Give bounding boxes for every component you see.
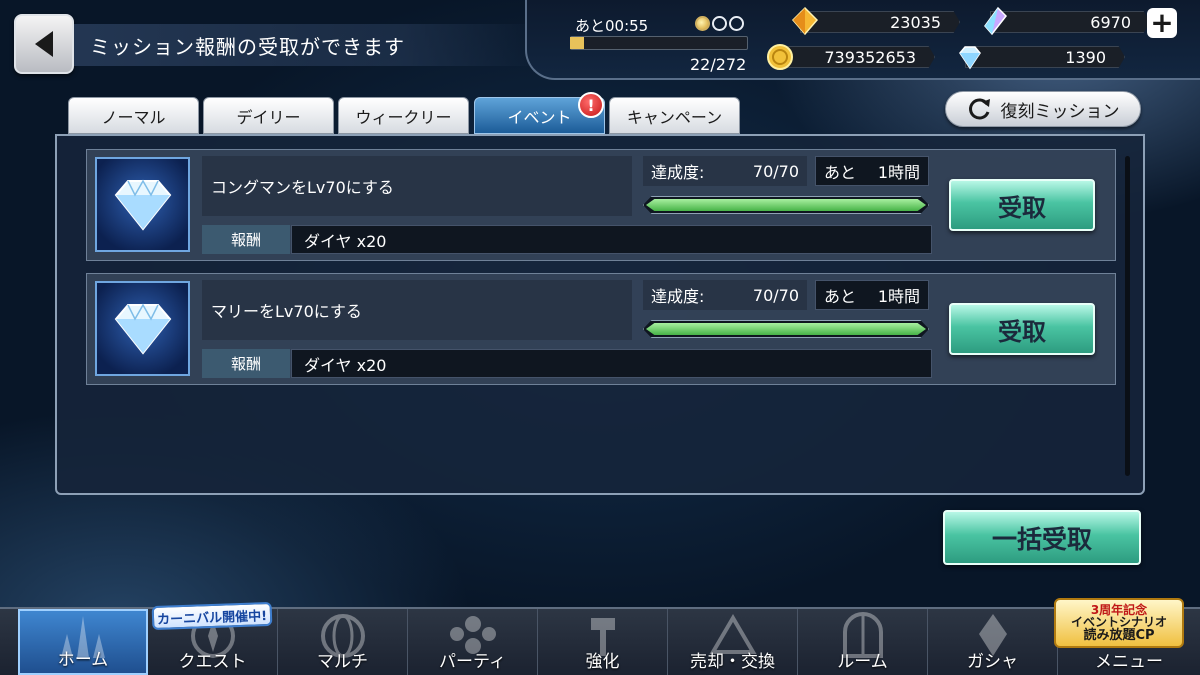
nav-home[interactable]: ホーム <box>18 609 148 675</box>
tab-label: キャンペーン <box>626 107 723 127</box>
tab-label: イベント <box>507 107 572 127</box>
replay-missions-button[interactable]: 復刻ミッション <box>945 91 1141 127</box>
nav-label: クエスト <box>178 652 247 672</box>
tab-daily[interactable]: デイリー <box>203 97 334 134</box>
stamina-orb-empty-icon <box>712 16 727 31</box>
refresh-icon <box>968 98 990 120</box>
nav-label: ルーム <box>837 652 888 672</box>
diamond-count: 1390 <box>965 46 1125 68</box>
carnival-badge-text: カーニバル開催中! <box>156 608 268 628</box>
nav-enhance[interactable]: 強化 <box>538 609 668 675</box>
nav-label: 売却・交換 <box>690 652 775 672</box>
reward-label-text: 報酬 <box>230 355 261 373</box>
tab-campaign[interactable]: キャンペーン <box>609 97 740 134</box>
coin-count: 739352653 <box>775 46 935 68</box>
claim-button[interactable]: 受取 <box>949 303 1095 355</box>
mission-list-scrollbar[interactable] <box>1125 156 1130 476</box>
coin-value: 739352653 <box>824 47 916 67</box>
mission-time-remaining: あと 1時間 <box>815 156 929 186</box>
replay-missions-label: 復刻ミッション <box>1000 101 1120 122</box>
mission-progress: 達成度: 70/70 <box>643 280 807 310</box>
rainbow-crystal-count: 6970 <box>990 11 1150 33</box>
tab-normal[interactable]: ノーマル <box>68 97 199 134</box>
reward-label: 報酬 <box>202 349 290 378</box>
stamina-orb-empty-icon <box>729 16 744 31</box>
mission-reward-image <box>95 157 190 252</box>
gold-crystal-count: 23035 <box>800 11 960 33</box>
claim-button[interactable]: 受取 <box>949 179 1095 231</box>
back-button[interactable] <box>14 14 74 74</box>
rainbow-crystal-value: 6970 <box>1090 12 1131 32</box>
reward-value: ダイヤ x20 <box>291 225 932 254</box>
exp-bar-fill <box>570 37 584 49</box>
nav-label: 強化 <box>585 652 620 672</box>
exp-bar <box>570 36 748 50</box>
claim-label: 受取 <box>998 193 1046 222</box>
nav-multi[interactable]: マルチ <box>278 609 408 675</box>
arrow-left-icon <box>35 31 53 57</box>
tab-label: デイリー <box>236 107 301 127</box>
stamina-orb-filled-icon <box>695 16 710 31</box>
mission-progress-fill <box>646 323 926 335</box>
carnival-badge[interactable]: カーニバル開催中! <box>151 601 273 631</box>
anniversary-line2: イベントシナリオ <box>1070 615 1167 630</box>
nav-label: メニュー <box>1095 652 1163 672</box>
nav-sell-exchange[interactable]: 売却・交換 <box>668 609 798 675</box>
reward-value-text: ダイヤ x20 <box>304 355 387 375</box>
nav-gacha[interactable]: ガシャ <box>928 609 1058 675</box>
gold-crystal-value: 23035 <box>890 12 941 32</box>
claim-label: 受取 <box>998 317 1046 346</box>
page-title: ミッション報酬の受取ができます <box>74 24 544 66</box>
mission-title: マリーをLv70にする <box>202 280 632 340</box>
mission-title-text: マリーをLv70にする <box>211 302 362 321</box>
mission-title-text: コングマンをLv70にする <box>211 178 394 197</box>
coin-icon <box>767 44 793 70</box>
progress-label: 達成度: <box>651 287 705 306</box>
reward-value-text: ダイヤ x20 <box>304 231 387 251</box>
mission-title: コングマンをLv70にする <box>202 156 632 216</box>
nav-label: ガシャ <box>967 652 1018 672</box>
remain-value: 1時間 <box>877 163 920 182</box>
anniversary-banner[interactable]: 3周年記念 イベントシナリオ 読み放題CP <box>1054 598 1184 648</box>
remain-prefix: あと <box>824 287 857 306</box>
stamina-orbs <box>695 16 744 31</box>
reward-label-text: 報酬 <box>230 231 261 249</box>
anniversary-line3: 読み放題CP <box>1083 627 1155 643</box>
reward-label: 報酬 <box>202 225 290 254</box>
diamond-icon <box>114 178 171 231</box>
exp-text: 22/272 <box>690 55 747 74</box>
nav-room[interactable]: ルーム <box>798 609 928 675</box>
alert-icon: ! <box>578 92 604 118</box>
reward-value: ダイヤ x20 <box>291 349 932 378</box>
tab-label: ノーマル <box>101 107 166 127</box>
diamond-value: 1390 <box>1065 47 1106 67</box>
gold-crystal-icon <box>791 6 819 36</box>
progress-value: 70/70 <box>752 285 799 305</box>
page-title-text: ミッション報酬の受取ができます <box>90 34 405 59</box>
tab-label: ウィークリー <box>355 107 452 127</box>
diamond-icon <box>959 46 981 70</box>
diamond-icon <box>114 302 171 355</box>
nav-label: パーティ <box>439 652 506 672</box>
mission-time-remaining: あと 1時間 <box>815 280 929 310</box>
nav-label: ホーム <box>57 650 109 670</box>
nav-party[interactable]: パーティ <box>408 609 538 675</box>
tab-weekly[interactable]: ウィークリー <box>338 97 469 134</box>
mission-reward-image <box>95 281 190 376</box>
claim-all-label: 一括受取 <box>991 524 1092 554</box>
stamina-timer: あと00:55 <box>575 17 649 35</box>
add-currency-button[interactable]: + <box>1147 8 1177 38</box>
remain-value: 1時間 <box>877 287 920 306</box>
remain-prefix: あと <box>824 163 857 182</box>
rainbow-crystal-icon <box>984 6 1007 36</box>
progress-value: 70/70 <box>752 161 799 181</box>
claim-all-button[interactable]: 一括受取 <box>943 510 1141 565</box>
progress-label: 達成度: <box>651 163 705 182</box>
mission-progress-fill <box>646 199 926 211</box>
nav-label: マルチ <box>317 652 368 672</box>
mission-progress: 達成度: 70/70 <box>643 156 807 186</box>
